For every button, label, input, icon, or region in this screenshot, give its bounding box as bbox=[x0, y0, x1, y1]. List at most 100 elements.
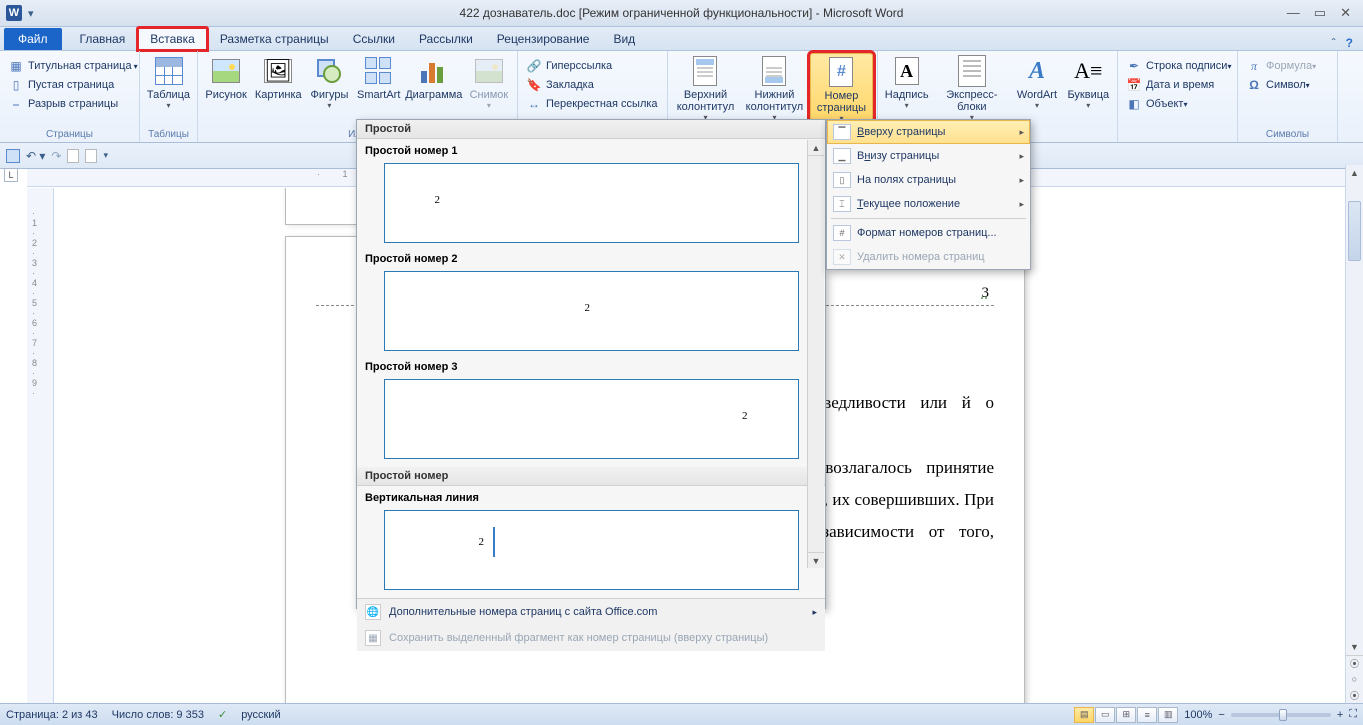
vertical-scrollbar[interactable]: ▲ ▼ ⦿ ○ ⦿ bbox=[1345, 165, 1363, 703]
table-button[interactable]: Таблица▾ bbox=[144, 53, 193, 113]
more-page-numbers-link[interactable]: 🌐Дополнительные номера страниц с сайта O… bbox=[357, 599, 825, 625]
menu-remove-page-numbers: ✕Удалить номера страниц bbox=[827, 245, 1030, 269]
footer-button[interactable]: Нижний колонтитул▾ bbox=[741, 53, 808, 125]
next-page-icon[interactable]: ⦿ bbox=[1346, 687, 1363, 703]
qat-customize-icon[interactable]: ▾ bbox=[103, 150, 108, 161]
title-page-button[interactable]: ▦Титульная страница ▾ bbox=[4, 57, 142, 75]
chart-icon bbox=[421, 59, 447, 83]
scrollbar-thumb[interactable] bbox=[1348, 201, 1361, 261]
gallery-item-3[interactable]: 2 bbox=[384, 379, 799, 459]
menu-bottom-of-page[interactable]: ▁Внизу страницы▸ bbox=[827, 144, 1030, 168]
menu-format-page-numbers[interactable]: #Формат номеров страниц... bbox=[827, 221, 1030, 245]
gallery-item-4[interactable]: 2 bbox=[384, 510, 799, 590]
tab-references[interactable]: Ссылки bbox=[341, 28, 407, 50]
smartart-button[interactable]: SmartArt bbox=[355, 53, 403, 103]
doc-icon2[interactable] bbox=[85, 149, 97, 163]
footer-icon bbox=[762, 56, 786, 86]
screenshot-button[interactable]: Снимок▾ bbox=[465, 53, 513, 113]
status-bar: Страница: 2 из 43 Число слов: 9 353 ✓ ру… bbox=[0, 703, 1363, 725]
ribbon-minimize-icon[interactable]: ˆ bbox=[1332, 36, 1336, 50]
zoom-value[interactable]: 100% bbox=[1184, 709, 1212, 721]
view-buttons: ▤ ▭ ⊞ ≡ ▥ bbox=[1074, 707, 1178, 723]
qat-dropdown-icon[interactable]: ▾ bbox=[28, 7, 34, 20]
help-icon[interactable]: ? bbox=[1346, 36, 1353, 50]
view-web[interactable]: ⊞ bbox=[1116, 707, 1136, 723]
table-icon bbox=[155, 57, 183, 85]
zoom-in-button[interactable]: + bbox=[1337, 709, 1343, 721]
view-print-layout[interactable]: ▤ bbox=[1074, 707, 1094, 723]
save-icon[interactable] bbox=[6, 149, 20, 163]
ruler-toggle[interactable]: L bbox=[4, 168, 18, 182]
link-icon: 🔗 bbox=[526, 58, 542, 74]
page-number-button[interactable]: #Номер страницы▾ bbox=[810, 53, 873, 127]
scroll-down-icon[interactable]: ▼ bbox=[808, 552, 824, 568]
vertical-ruler[interactable]: ·1·2·3·4·5·6·7·8·9· bbox=[27, 188, 54, 703]
gallery-item-1[interactable]: 2 bbox=[384, 163, 799, 243]
restore-icon[interactable]: ▭ bbox=[1314, 5, 1326, 21]
gallery-item-4-label: Вертикальная линия bbox=[363, 488, 819, 508]
redo-icon[interactable]: ↷ bbox=[51, 149, 61, 163]
save-sel-icon: ▦ bbox=[365, 630, 381, 646]
tab-review[interactable]: Рецензирование bbox=[485, 28, 602, 50]
zoom-thumb[interactable] bbox=[1279, 709, 1287, 721]
view-draft[interactable]: ▥ bbox=[1158, 707, 1178, 723]
view-full-screen[interactable]: ▭ bbox=[1095, 707, 1115, 723]
page-number-menu: ▔Вверху страницы▸ ▁Внизу страницы▸ ▯На п… bbox=[826, 119, 1031, 270]
tab-file[interactable]: Файл bbox=[4, 28, 62, 50]
zoom-slider[interactable] bbox=[1231, 713, 1331, 717]
textbox-button[interactable]: AНадпись▾ bbox=[882, 53, 931, 113]
menu-current-position[interactable]: ⌶Текущее положение▸ bbox=[827, 192, 1030, 216]
browse-object-icon[interactable]: ○ bbox=[1346, 671, 1363, 687]
datetime-button[interactable]: 📅Дата и время bbox=[1122, 76, 1235, 94]
scroll-up-icon[interactable]: ▲ bbox=[808, 140, 824, 156]
signature-line-button[interactable]: ✒Строка подписи ▾ bbox=[1122, 57, 1235, 75]
undo-icon[interactable]: ↶ ▾ bbox=[26, 149, 45, 163]
window-title: 422 дознаватель.doc [Режим ограниченной … bbox=[460, 6, 904, 20]
blank-page-button[interactable]: ▯Пустая страница bbox=[4, 76, 142, 94]
gallery-item-2-label: Простой номер 2 bbox=[363, 249, 819, 269]
new-doc-icon[interactable] bbox=[67, 149, 79, 163]
close-icon[interactable]: ✕ bbox=[1340, 5, 1351, 21]
header-button[interactable]: Верхний колонтитул▾ bbox=[672, 53, 739, 125]
clipart-button[interactable]: 🖼Картинка bbox=[252, 53, 304, 103]
zoom-fit-icon[interactable]: ⛶ bbox=[1349, 708, 1357, 721]
shapes-button[interactable]: Фигуры▾ bbox=[306, 53, 352, 113]
menu-top-label: верху страницы bbox=[864, 126, 945, 138]
tab-home[interactable]: Главная bbox=[68, 28, 138, 50]
object-button[interactable]: ◧Объект ▾ bbox=[1122, 95, 1235, 113]
minimize-icon[interactable]: ― bbox=[1287, 5, 1300, 21]
tab-page-layout[interactable]: Разметка страницы bbox=[208, 28, 341, 50]
view-outline[interactable]: ≡ bbox=[1137, 707, 1157, 723]
page-break-button[interactable]: ⎯Разрыв страницы bbox=[4, 95, 142, 113]
remove-icon: ✕ bbox=[833, 249, 851, 265]
hyperlink-button[interactable]: 🔗Гиперссылка bbox=[522, 57, 662, 75]
status-proof-icon[interactable]: ✓ bbox=[218, 708, 227, 721]
cursor-pos-icon: ⌶ bbox=[833, 196, 851, 212]
tab-view[interactable]: Вид bbox=[601, 28, 647, 50]
equation-button[interactable]: πФормула ▾ bbox=[1242, 57, 1320, 75]
status-language[interactable]: русский bbox=[241, 709, 280, 721]
chart-button[interactable]: Диаграмма bbox=[405, 53, 463, 103]
prev-page-icon[interactable]: ⦿ bbox=[1346, 655, 1363, 671]
symbol-button[interactable]: ΩСимвол ▾ bbox=[1242, 76, 1320, 94]
scroll-up-icon[interactable]: ▲ bbox=[1346, 165, 1363, 181]
bookmark-button[interactable]: 🔖Закладка bbox=[522, 76, 662, 94]
wordart-button[interactable]: AWordArt▾ bbox=[1012, 53, 1061, 113]
tab-mailings[interactable]: Рассылки bbox=[407, 28, 485, 50]
gallery-item-2[interactable]: 2 bbox=[384, 271, 799, 351]
dropcap-button[interactable]: A≡Буквица▾ bbox=[1064, 53, 1113, 113]
status-page[interactable]: Страница: 2 из 43 bbox=[6, 709, 98, 721]
quick-access-toolbar: ▾ bbox=[28, 7, 34, 20]
zoom-out-button[interactable]: − bbox=[1218, 709, 1224, 721]
menu-top-of-page[interactable]: ▔Вверху страницы▸ bbox=[827, 120, 1030, 144]
gallery-scrollbar[interactable]: ▲ ▼ bbox=[807, 140, 824, 568]
crossref-button[interactable]: ↔Перекрестная ссылка bbox=[522, 95, 662, 113]
page-number-gallery: Простой Простой номер 1 2 Простой номер … bbox=[356, 119, 826, 609]
bottom-page-icon: ▁ bbox=[833, 148, 851, 164]
scroll-down-icon[interactable]: ▼ bbox=[1346, 639, 1363, 655]
tab-insert[interactable]: Вставка bbox=[137, 27, 208, 51]
menu-page-margins[interactable]: ▯На полях страницы▸ bbox=[827, 168, 1030, 192]
picture-button[interactable]: Рисунок bbox=[202, 53, 250, 103]
quickparts-button[interactable]: Экспресс-блоки▾ bbox=[933, 53, 1010, 125]
status-words[interactable]: Число слов: 9 353 bbox=[112, 709, 204, 721]
